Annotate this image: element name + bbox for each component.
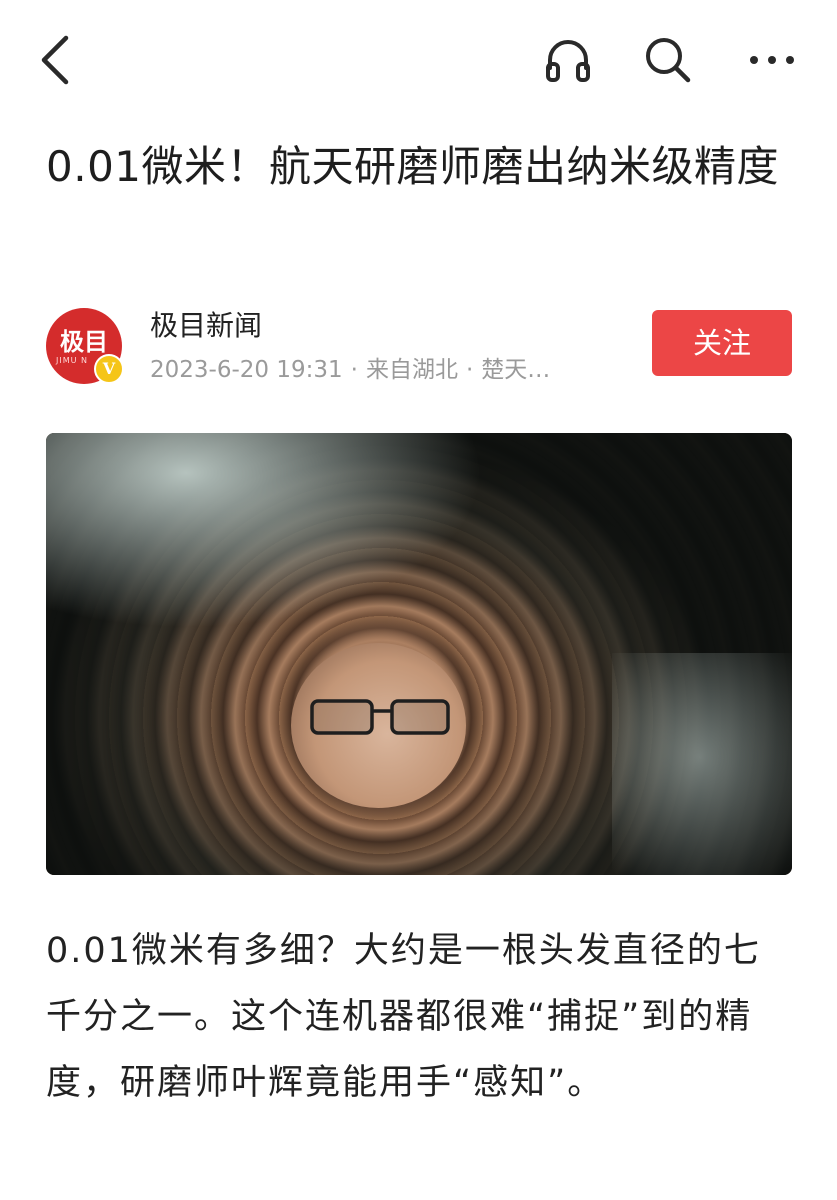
article-meta: 2023-6-20 19:31 · 来自湖北 · 楚天…: [150, 350, 600, 384]
listen-button[interactable]: [536, 30, 600, 94]
more-dots-icon: [746, 50, 798, 74]
avatar-logo-text: 极目: [60, 327, 108, 356]
meta-separator: ·: [465, 357, 474, 383]
meta-extra: 楚天…: [481, 357, 551, 383]
meta-separator: ·: [350, 357, 358, 383]
more-button[interactable]: [740, 30, 804, 94]
back-button[interactable]: [24, 30, 88, 94]
source-name[interactable]: 极目新闻: [150, 304, 262, 344]
avatar-logo-subtext: JIMU N: [56, 356, 89, 365]
top-nav-bar: [0, 0, 837, 125]
source-avatar[interactable]: 极目 JIMU N V: [46, 308, 124, 384]
source-row: 极目 JIMU N V 极目新闻 2023-6-20 19:31 · 来自湖北 · 楚天…: [46, 300, 796, 390]
search-icon: [642, 34, 694, 90]
article-title: 0.01微米！航天研磨师磨出纳米级精度: [46, 142, 780, 191]
article-image[interactable]: [46, 433, 792, 875]
image-highlight-right: [612, 653, 792, 875]
follow-button[interactable]: 关注: [652, 310, 792, 376]
chevron-left-icon: [36, 32, 76, 92]
article-paragraph: 0.01微米有多细？大约是一根头发直径的七千分之一。这个连机器都很难“捕捉”到的…: [46, 931, 761, 1103]
headphones-icon: [542, 34, 594, 90]
verified-badge: V: [94, 354, 124, 384]
publish-location: 来自湖北: [365, 357, 458, 383]
article-page: 0.01微米！航天研磨师磨出纳米级精度 极目 JIMU N V 极目新闻 202…: [0, 0, 837, 1200]
publish-date: 2023-6-20 19:31: [150, 357, 343, 383]
search-button[interactable]: [636, 30, 700, 94]
